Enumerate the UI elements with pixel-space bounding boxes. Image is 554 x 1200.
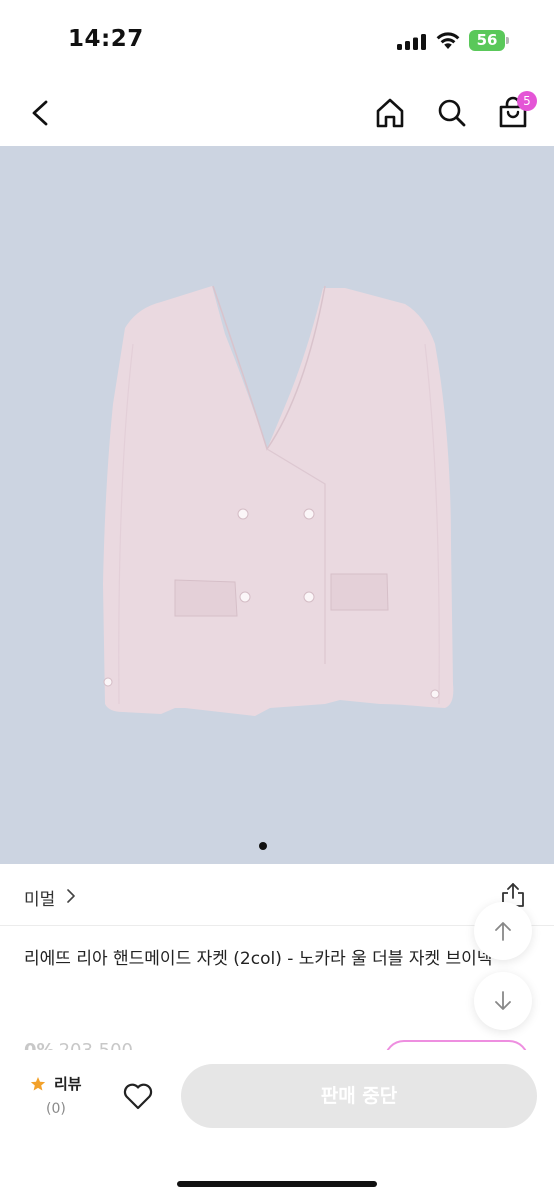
review-count: (0) — [46, 1101, 66, 1117]
cart-count-badge: 5 — [517, 91, 537, 111]
wifi-icon — [436, 32, 460, 49]
bottom-action-bar: 리뷰 (0) 판매 중단 — [0, 1050, 554, 1200]
signal-icon — [397, 34, 426, 50]
review-label[interactable]: 리뷰 — [54, 1073, 82, 1094]
arrow-up-icon — [495, 922, 511, 941]
battery-icon: 56 — [469, 30, 509, 51]
carousel-dot-active[interactable] — [259, 842, 267, 850]
home-indicator — [177, 1181, 377, 1187]
star-icon — [30, 1077, 46, 1091]
product-title: 리에뜨 리아 핸드메이드 자켓 (2col) - 노카라 울 더블 자켓 브이넥 — [24, 949, 493, 969]
jacket-photo — [103, 285, 454, 716]
sale-stopped-button[interactable]: 판매 중단 — [181, 1064, 537, 1128]
seller-name[interactable]: 미멀 — [24, 885, 55, 910]
product-image-carousel[interactable] — [0, 146, 554, 864]
heart-icon[interactable] — [122, 1081, 154, 1111]
scroll-top-button[interactable] — [474, 902, 532, 960]
top-navigation — [0, 80, 554, 146]
status-bar: 14:27 56 — [0, 0, 554, 80]
search-icon[interactable] — [433, 94, 471, 132]
battery-level: 56 — [476, 31, 498, 49]
scroll-bottom-button[interactable] — [474, 972, 532, 1030]
chevron-right-icon — [67, 889, 75, 903]
home-icon[interactable] — [371, 94, 409, 132]
arrow-down-icon — [495, 991, 511, 1010]
seller-row[interactable]: 미멀 — [0, 864, 554, 926]
back-arrow-icon[interactable] — [22, 94, 60, 132]
status-time: 14:27 — [68, 26, 144, 52]
